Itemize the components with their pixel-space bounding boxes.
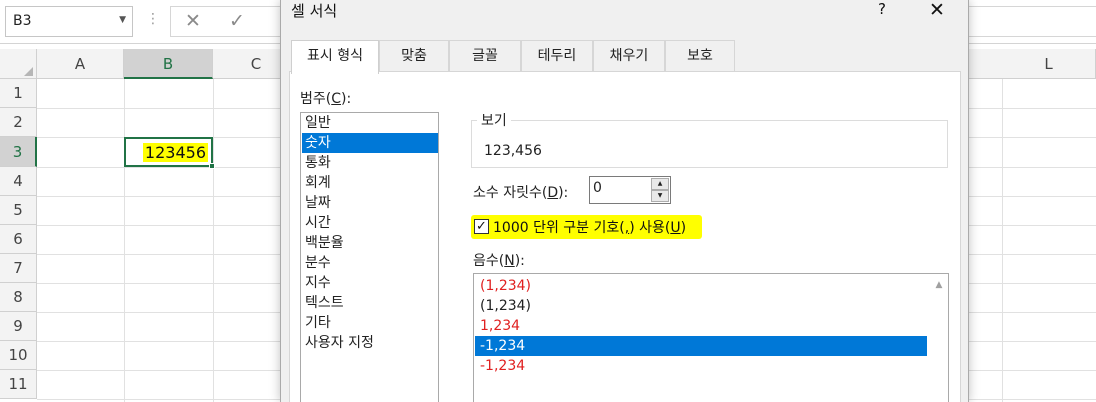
spin-down-icon[interactable]: ▼ [651, 190, 669, 202]
category-item-fraction[interactable]: 분수 [302, 253, 438, 273]
tab-border[interactable]: 테두리 [521, 40, 593, 72]
category-item-special[interactable]: 기타 [302, 313, 438, 333]
row-header-6[interactable]: 6 [0, 225, 37, 254]
tab-fill[interactable]: 채우기 [593, 40, 665, 72]
category-item-custom[interactable]: 사용자 지정 [302, 333, 438, 353]
negative-label-prefix: 음수( [473, 253, 505, 269]
scroll-up-icon[interactable]: ▲ [932, 280, 946, 290]
negative-numbers-label: 음수(N): [473, 250, 525, 270]
category-item-general[interactable]: 일반 [302, 113, 438, 133]
formula-input[interactable] [968, 6, 1096, 37]
close-button[interactable]: ✕ [929, 0, 945, 21]
category-item-percentage[interactable]: 백분율 [302, 233, 438, 253]
format-cells-dialog: 셀 서식 ? ✕ 표시 형식 맞춤 글꼴 테두리 채우기 보호 범주(C): 일… [280, 0, 969, 402]
decimal-places-input[interactable]: 0 ▲ ▼ [589, 176, 671, 204]
select-all-icon [24, 67, 33, 76]
cell-b3-value: 123456 [142, 143, 208, 162]
preview-value: 123,456 [484, 143, 542, 159]
select-all-button[interactable] [0, 49, 37, 79]
category-label: 범주(C): [300, 88, 351, 108]
negative-label-key: N [504, 253, 515, 269]
category-item-number[interactable]: 숫자 [302, 133, 438, 153]
decimal-label-suffix: ): [558, 185, 569, 201]
row-header-3[interactable]: 3 [0, 137, 37, 167]
chevron-down-icon[interactable]: ▼ [119, 15, 126, 25]
check-icon[interactable]: ✓ [229, 10, 245, 32]
category-item-time[interactable]: 시간 [302, 213, 438, 233]
row-header-5[interactable]: 5 [0, 196, 37, 225]
excel-window: B3 ▼ ⋮ ✕ ✓ A B C L 1 2 3 4 5 6 7 8 9 10 … [0, 0, 1096, 402]
column-header-a[interactable]: A [37, 49, 124, 79]
preview-group [471, 120, 948, 168]
tab-bar: 표시 형식 맞춤 글꼴 테두리 채우기 보호 [291, 40, 959, 74]
formula-buttons: ✕ ✓ [170, 6, 290, 37]
spinner: ▲ ▼ [651, 178, 669, 202]
category-list[interactable]: 일반 숫자 통화 회계 날짜 시간 백분율 분수 지수 텍스트 기타 사용자 지… [300, 112, 439, 402]
row-header-2[interactable]: 2 [0, 108, 37, 137]
negative-label-suffix: ): [514, 253, 525, 269]
grid-line [124, 79, 125, 402]
row-header-8[interactable]: 8 [0, 283, 37, 312]
preview-label: 보기 [477, 110, 511, 130]
category-label-key: C [331, 91, 342, 107]
spin-up-icon[interactable]: ▲ [651, 178, 669, 190]
column-header-l[interactable]: L [1002, 49, 1096, 79]
negative-format-item-selected[interactable]: -1,234 [475, 336, 927, 356]
category-item-currency[interactable]: 통화 [302, 153, 438, 173]
help-button[interactable]: ? [878, 0, 886, 18]
category-item-scientific[interactable]: 지수 [302, 273, 438, 293]
tab-font[interactable]: 글꼴 [449, 40, 521, 72]
category-item-date[interactable]: 날짜 [302, 193, 438, 213]
name-box[interactable]: B3 ▼ [5, 6, 133, 37]
thousands-separator-option[interactable]: ✓ 1000 단위 구분 기호(,) 사용(U) [471, 215, 702, 239]
drag-handle-icon[interactable]: ⋮ [146, 11, 160, 27]
decimal-places-label: 소수 자릿수(D): [473, 182, 568, 202]
category-item-text[interactable]: 텍스트 [302, 293, 438, 313]
row-header-11[interactable]: 11 [0, 370, 37, 399]
negative-format-item[interactable]: (1,234) [475, 276, 927, 296]
thousands-label-e: ) [680, 220, 687, 236]
negative-format-item[interactable]: -1,234 [475, 356, 927, 376]
row-header-1[interactable]: 1 [0, 79, 37, 108]
fill-handle[interactable] [209, 163, 215, 169]
name-box-value: B3 [13, 13, 32, 29]
tab-number[interactable]: 표시 형식 [291, 40, 379, 74]
decimal-label-key: D [547, 185, 559, 201]
row-header-7[interactable]: 7 [0, 254, 37, 283]
column-header-b[interactable]: B [124, 49, 213, 79]
category-item-accounting[interactable]: 회계 [302, 173, 438, 193]
row-header-10[interactable]: 10 [0, 341, 37, 370]
tab-alignment[interactable]: 맞춤 [379, 40, 449, 72]
category-label-prefix: 범주( [300, 91, 332, 107]
thousands-label-c: ) 사용( [629, 220, 671, 236]
row-header-9[interactable]: 9 [0, 312, 37, 341]
decimal-label-prefix: 소수 자릿수( [473, 185, 548, 201]
negative-format-item[interactable]: (1,234) [475, 296, 927, 316]
negative-numbers-list[interactable]: (1,234) (1,234) 1,234 -1,234 -1,234 ▲ [473, 273, 949, 402]
grid-line [1002, 79, 1003, 402]
dialog-title: 셀 서식 [291, 2, 338, 20]
thousands-label-d: U [670, 220, 681, 236]
tab-protection[interactable]: 보호 [665, 40, 735, 72]
thousands-label-a: 1000 단위 구분 기호( [493, 220, 625, 236]
decimal-places-value: 0 [593, 180, 602, 196]
thousands-separator-checkbox[interactable]: ✓ [474, 219, 489, 234]
cancel-icon[interactable]: ✕ [185, 10, 201, 32]
grid-line [213, 79, 214, 402]
category-label-suffix: ): [341, 91, 352, 107]
cell-b3[interactable]: 123456 [124, 137, 215, 169]
negative-format-item[interactable]: 1,234 [475, 316, 927, 336]
thousands-separator-label: 1000 단위 구분 기호(,) 사용(U) [493, 217, 686, 237]
row-header-4[interactable]: 4 [0, 167, 37, 196]
